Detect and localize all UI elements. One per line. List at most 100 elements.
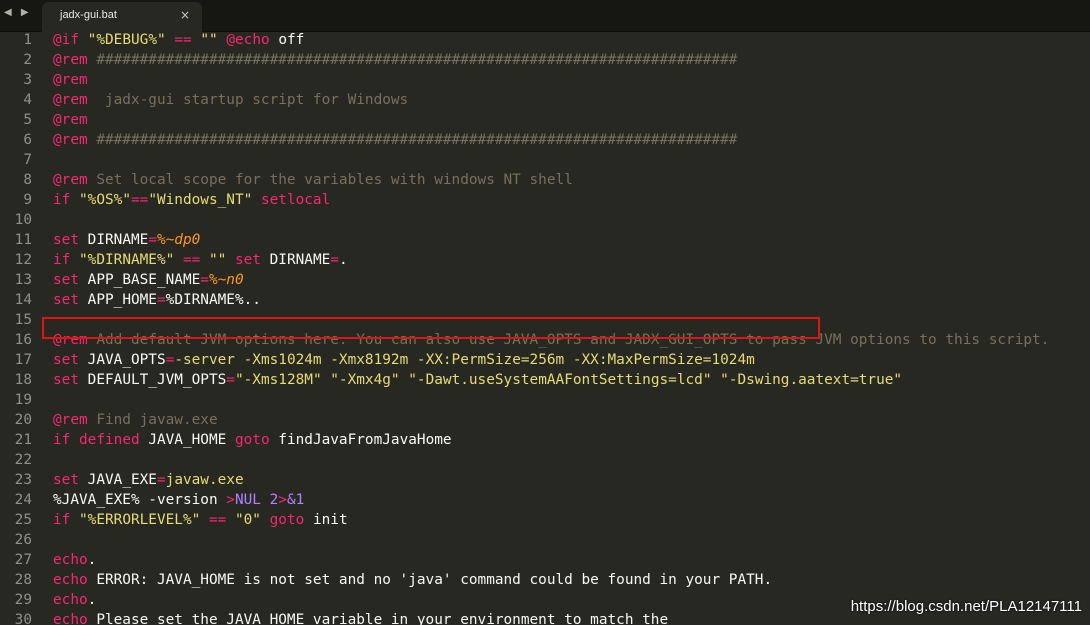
line-number: 23: [14, 472, 32, 488]
code-line[interactable]: 12 if "%DIRNAME%" == "" set DIRNAME=.: [0, 250, 1090, 270]
code-line[interactable]: 25 if "%ERRORLEVEL%" == "0" goto init: [0, 510, 1090, 530]
code-line[interactable]: 18 set DEFAULT_JVM_OPTS="-Xms128M" "-Xmx4…: [0, 370, 1090, 390]
code-line[interactable]: 23 set JAVA_EXE=javaw.exe: [0, 470, 1090, 490]
code-text: echo Please set the JAVA_HOME variable i…: [53, 612, 668, 625]
code-token: @rem: [53, 112, 88, 128]
line-number: 30: [14, 612, 32, 625]
code-token: %~dp0: [156, 232, 201, 248]
code-line[interactable]: 24 %JAVA_EXE% -version >NUL 2>&1: [0, 490, 1090, 510]
line-number: 11: [14, 232, 32, 248]
code-token: @rem: [53, 72, 88, 88]
code-line[interactable]: 28 echo ERROR: JAVA_HOME is not set and n…: [0, 570, 1090, 590]
code-token: &1: [286, 492, 305, 508]
code-line[interactable]: 5 @rem: [0, 110, 1090, 130]
code-text: @rem: [53, 112, 88, 128]
line-number: 18: [14, 372, 32, 388]
code-token: jadx-gui startup script for Windows: [87, 92, 409, 108]
code-text: @rem Set local scope for the variables w…: [53, 172, 573, 188]
code-token: javaw.exe: [165, 472, 244, 488]
code-token: APP_BASE_NAME: [79, 272, 201, 288]
code-token: set: [53, 232, 79, 248]
code-token: "%ERRORLEVEL%": [79, 512, 201, 528]
code-token: echo: [53, 552, 88, 568]
code-line[interactable]: 7: [0, 150, 1090, 170]
code-token: %~n0: [208, 272, 244, 288]
code-line[interactable]: 16 @rem Add default JVM options here. You…: [0, 330, 1090, 350]
tab-jadx-gui-bat[interactable]: jadx-gui.bat ×: [42, 2, 202, 32]
code-line[interactable]: 2 @rem ##################################…: [0, 50, 1090, 70]
code-text: if defined JAVA_HOME goto findJavaFromJa…: [53, 432, 452, 448]
code-token: ==: [182, 252, 201, 268]
code-token: JAVA_EXE: [79, 472, 157, 488]
code-text: set JAVA_OPTS=-server -Xms1024m -Xmx8192…: [53, 352, 755, 368]
code-token: set: [53, 352, 79, 368]
code-line[interactable]: 13 set APP_BASE_NAME=%~n0: [0, 270, 1090, 290]
code-text: set DEFAULT_JVM_OPTS="-Xms128M" "-Xmx4g"…: [53, 372, 902, 388]
code-text: @rem jadx-gui startup script for Windows: [53, 92, 408, 108]
code-line[interactable]: 3 @rem: [0, 70, 1090, 90]
line-number: 27: [14, 552, 32, 568]
code-token: Find javaw.exe: [87, 412, 218, 428]
code-token: =: [156, 292, 166, 308]
code-line[interactable]: 6 @rem ##################################…: [0, 130, 1090, 150]
code-line[interactable]: 14 set APP_HOME=%DIRNAME%..: [0, 290, 1090, 310]
line-number: 20: [14, 412, 32, 428]
code-token: @rem: [53, 52, 88, 68]
code-line[interactable]: 26: [0, 530, 1090, 550]
line-number: 25: [14, 512, 32, 528]
code-token: >: [278, 492, 287, 508]
code-token: DIRNAME: [260, 252, 331, 268]
code-line[interactable]: 19: [0, 390, 1090, 410]
code-token: "%DEBUG%": [87, 32, 166, 48]
title-bar: ◀ ▶ jadx-gui.bat ×: [0, 0, 1090, 32]
line-number: 5: [23, 112, 32, 128]
code-line[interactable]: 1 @if "%DEBUG%" == "" @echo off: [0, 31, 1090, 50]
code-line[interactable]: 15: [0, 310, 1090, 330]
tab-navigation-arrows-icon[interactable]: ◀ ▶: [4, 7, 32, 18]
code-token: "%OS%": [79, 192, 131, 208]
line-number: 8: [23, 172, 32, 188]
code-line[interactable]: 27 echo.: [0, 550, 1090, 570]
line-number: 15: [14, 312, 32, 328]
code-line[interactable]: 4 @rem jadx-gui startup script for Window…: [0, 90, 1090, 110]
code-editor[interactable]: 1 @if "%DEBUG%" == "" @echo off 2 @rem ####…: [0, 31, 1090, 625]
line-number: 7: [23, 152, 32, 168]
code-text: echo.: [53, 592, 96, 608]
code-token: ########################################…: [87, 52, 738, 68]
line-number: 12: [14, 252, 32, 268]
code-line[interactable]: 20 @rem Find javaw.exe: [0, 410, 1090, 430]
line-number: 6: [23, 132, 32, 148]
code-token: =: [226, 372, 235, 388]
code-token: goto: [234, 432, 270, 448]
code-line[interactable]: 10: [0, 210, 1090, 230]
code-token: -server -Xms1024m -Xmx8192m -XX:PermSize…: [174, 352, 755, 368]
code-token: defined: [79, 432, 140, 448]
code-token: set: [53, 272, 79, 288]
code-line[interactable]: 21 if defined JAVA_HOME goto findJavaFrom…: [0, 430, 1090, 450]
code-line[interactable]: 22: [0, 450, 1090, 470]
code-token: echo: [53, 572, 88, 588]
code-text: %JAVA_EXE% -version >NUL 2>&1: [53, 492, 304, 508]
code-token: "": [208, 252, 227, 268]
close-icon[interactable]: ×: [180, 8, 190, 22]
code-text: set DIRNAME=%~dp0: [53, 232, 200, 248]
code-token: "-Xms128M" "-Xmx4g" "-Dawt.useSystemAAFo…: [234, 372, 903, 388]
code-line[interactable]: 8 @rem Set local scope for the variables …: [0, 170, 1090, 190]
code-token: %JAVA_EXE% -version: [53, 492, 227, 508]
code-line[interactable]: 11 set DIRNAME=%~dp0: [0, 230, 1090, 250]
code-line[interactable]: 17 set JAVA_OPTS=-server -Xms1024m -Xmx81…: [0, 350, 1090, 370]
code-token: "0": [234, 512, 261, 528]
code-token: findJavaFromJavaHome: [269, 432, 452, 448]
code-token: 2: [269, 492, 279, 508]
code-token: @if: [53, 32, 79, 48]
code-line[interactable]: 9 if "%OS%"=="Windows_NT" setlocal: [0, 190, 1090, 210]
line-number: 2: [23, 52, 32, 68]
code-text: set APP_BASE_NAME=%~n0: [53, 272, 244, 288]
code-token: =: [148, 232, 157, 248]
code-token: set: [53, 472, 79, 488]
line-number: 28: [14, 572, 32, 588]
